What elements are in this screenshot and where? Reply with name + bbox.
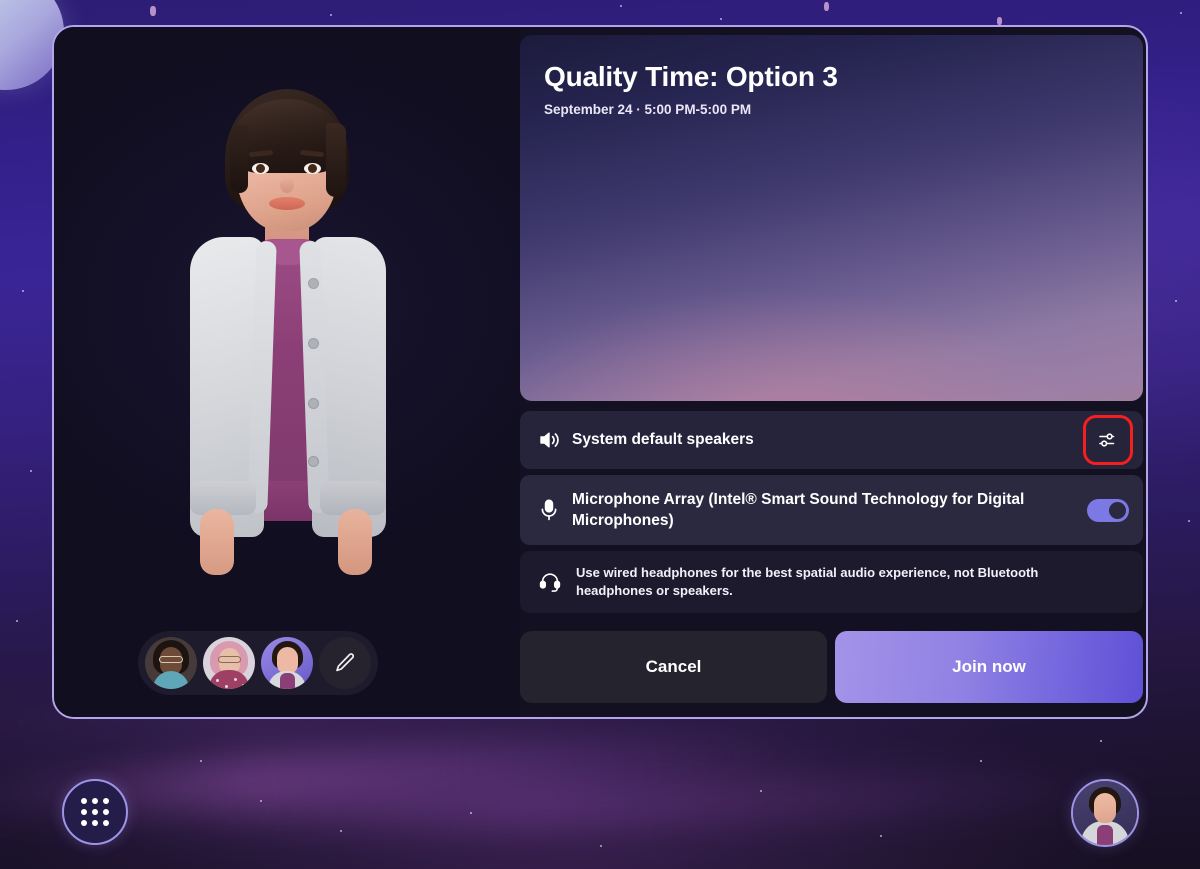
star xyxy=(880,835,882,837)
star xyxy=(824,2,829,11)
cancel-button[interactable]: Cancel xyxy=(520,631,827,703)
star xyxy=(340,830,342,832)
meeting-title: Quality Time: Option 3 xyxy=(544,61,838,92)
app-launcher-button[interactable] xyxy=(62,779,128,845)
spatial-audio-tip: Use wired headphones for the best spatia… xyxy=(520,551,1143,613)
star xyxy=(200,760,202,762)
avatar-option-1[interactable] xyxy=(145,637,197,689)
star xyxy=(16,620,18,622)
join-meeting-dialog: Quality Time: Option 3 September 24 · 5:… xyxy=(52,25,1148,719)
pencil-icon xyxy=(333,651,357,675)
star xyxy=(470,812,472,814)
star xyxy=(997,17,1002,25)
meeting-details-panel: Quality Time: Option 3 September 24 · 5:… xyxy=(520,27,1146,717)
star xyxy=(1100,740,1102,742)
toggle-knob xyxy=(1109,501,1126,519)
audio-settings-button[interactable] xyxy=(1083,415,1133,465)
grid-apps-icon xyxy=(81,798,87,804)
avatar-picker-bar xyxy=(138,631,378,695)
desktop-background: Quality Time: Option 3 September 24 · 5:… xyxy=(0,0,1200,869)
star xyxy=(620,5,622,7)
microphone-icon xyxy=(538,498,572,522)
microphone-toggle[interactable] xyxy=(1087,498,1129,522)
speaker-device-row[interactable]: System default speakers xyxy=(520,411,1143,469)
spatial-audio-tip-text: Use wired headphones for the best spatia… xyxy=(576,565,1039,598)
microphone-device-row[interactable]: Microphone Array (Intel® Smart Sound Tec… xyxy=(520,475,1143,545)
star xyxy=(260,800,262,802)
speaker-device-label: System default speakers xyxy=(572,431,754,449)
audio-settings-sliders-icon xyxy=(1097,429,1119,451)
star xyxy=(760,790,762,792)
star xyxy=(1188,520,1190,522)
user-avatar-button[interactable] xyxy=(1071,779,1139,847)
star xyxy=(720,18,722,20)
avatar-option-2[interactable] xyxy=(203,637,255,689)
star xyxy=(330,14,332,16)
star xyxy=(1175,300,1177,302)
star xyxy=(22,290,24,292)
star xyxy=(980,760,982,762)
headset-icon xyxy=(538,570,576,594)
star xyxy=(600,845,602,847)
meeting-datetime: September 24 · 5:00 PM-5:00 PM xyxy=(544,102,752,117)
star xyxy=(1180,12,1182,14)
avatar-option-3[interactable] xyxy=(261,637,313,689)
star xyxy=(150,6,156,16)
avatar-preview-stage xyxy=(54,27,520,717)
meeting-preview-card: Quality Time: Option 3 September 24 · 5:… xyxy=(520,35,1143,401)
edit-avatar-button[interactable] xyxy=(319,637,371,689)
join-now-button[interactable]: Join now xyxy=(835,631,1143,703)
microphone-device-label: Microphone Array (Intel® Smart Sound Tec… xyxy=(572,490,1025,529)
star xyxy=(30,470,32,472)
nebula-streak xyxy=(119,761,1171,849)
speaker-icon xyxy=(538,429,572,451)
avatar-figure xyxy=(152,89,422,609)
